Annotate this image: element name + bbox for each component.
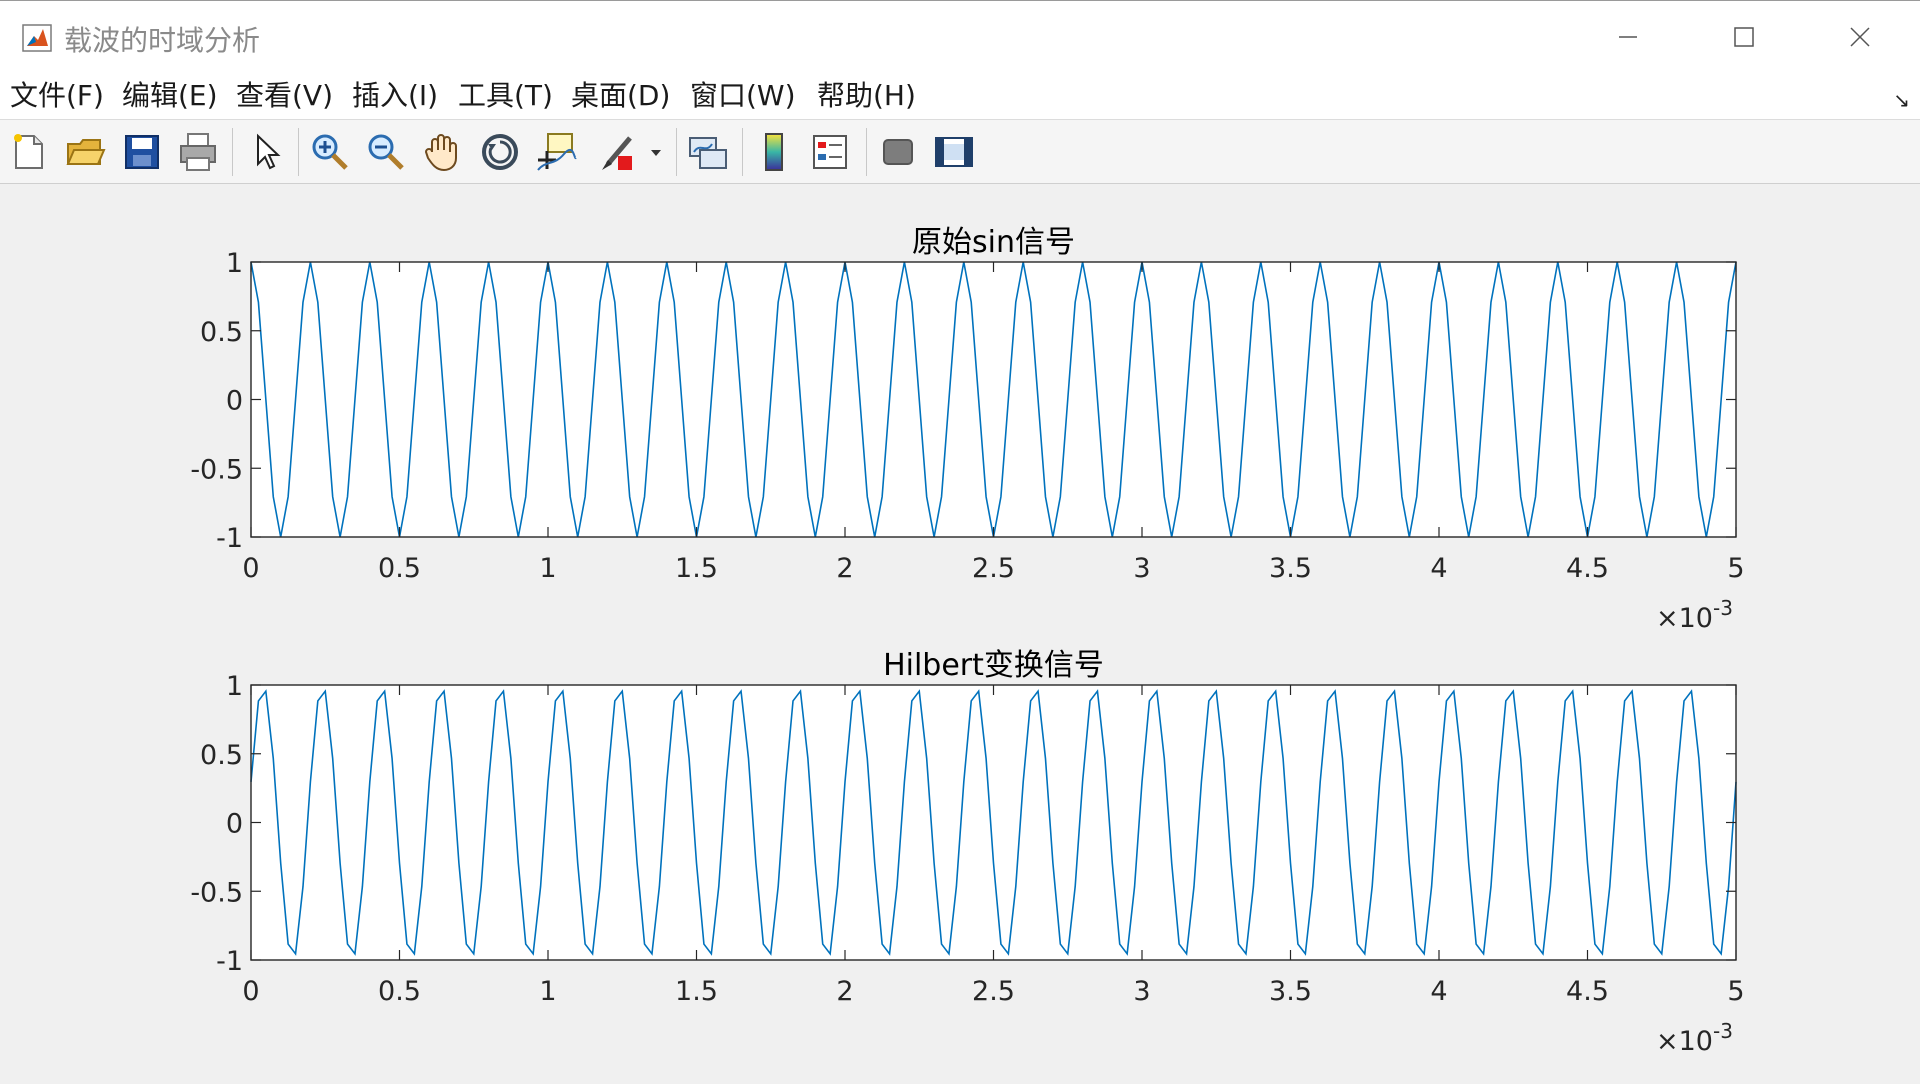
- close-button[interactable]: [1802, 1, 1918, 73]
- title-bar: 载波的时域分析: [0, 0, 1920, 72]
- x-tick-label: 4.5: [1566, 553, 1609, 584]
- x-tick-label: 3: [1133, 553, 1150, 584]
- menu-view[interactable]: 查看(V): [236, 77, 333, 115]
- brush-dropdown-icon[interactable]: [648, 130, 664, 174]
- link-plot-icon[interactable]: [686, 130, 730, 174]
- brush-icon[interactable]: [596, 130, 640, 174]
- menu-window[interactable]: 窗口(W): [690, 77, 796, 115]
- x-tick-label: 1: [539, 553, 556, 584]
- colorbar-icon[interactable]: [752, 130, 796, 174]
- subplot-2: 0 0.5 1 1.5 2 2.5 3 3.5 4 4.5 5 1 0.5 0 -0.5 -1 Hilbert变…: [190, 648, 1744, 1057]
- y-tick-label: 0: [226, 386, 243, 417]
- menu-file[interactable]: 文件(F): [10, 77, 104, 115]
- toolbar-separator: [866, 128, 867, 176]
- x-tick-label: 3: [1133, 976, 1150, 1007]
- rotate-3d-icon[interactable]: [478, 130, 522, 174]
- zoom-out-icon[interactable]: [364, 130, 408, 174]
- window-title: 载波的时域分析: [64, 24, 261, 57]
- x-tick-label: 5: [1727, 553, 1744, 584]
- y-tick-label: 0: [226, 809, 243, 840]
- subplot-1: 0 0.5 1 1.5 2 2.5 3 3.5 4 4.5 5 1 0.5 0 -0.5 -1 原始sin信号 ×…: [190, 225, 1744, 634]
- y-tick-label: -0.5: [190, 877, 243, 908]
- x-exponent-label: ×10-3: [1656, 596, 1733, 634]
- x-tick-label: 1: [539, 976, 556, 1007]
- menu-edit[interactable]: 编辑(E): [122, 77, 218, 115]
- x-tick-label: 4.5: [1566, 976, 1609, 1007]
- x-tick-label: 0: [242, 553, 259, 584]
- x-tick-label: 2: [836, 553, 853, 584]
- x-exponent-base: ×10: [1656, 603, 1713, 634]
- x-exponent-power: -3: [1713, 1019, 1733, 1043]
- x-tick-label: 3.5: [1269, 976, 1312, 1007]
- x-tick-label: 1.5: [675, 553, 718, 584]
- y-tick-label: 0.5: [200, 740, 243, 771]
- x-tick-label: 0.5: [378, 976, 421, 1007]
- y-tick-label: 1: [226, 671, 243, 702]
- menu-bar: 文件(F) 编辑(E) 查看(V) 插入(I) 工具(T) 桌面(D) 窗口(W…: [0, 72, 1920, 120]
- x-tick-label: 5: [1727, 976, 1744, 1007]
- menu-insert[interactable]: 插入(I): [352, 77, 438, 115]
- figure-toolbar: [0, 120, 1920, 184]
- y-tick-label: -0.5: [190, 454, 243, 485]
- y-tick-label: 1: [226, 248, 243, 279]
- hide-plot-tools-icon[interactable]: [876, 130, 920, 174]
- x-tick-label: 2: [836, 976, 853, 1007]
- open-file-icon[interactable]: [64, 130, 108, 174]
- y-tick-label: -1: [216, 523, 243, 554]
- pan-icon[interactable]: [420, 130, 464, 174]
- chart-title: 原始sin信号: [912, 225, 1075, 260]
- toolbar-separator: [676, 128, 677, 176]
- x-tick-label: 0.5: [378, 553, 421, 584]
- show-plot-tools-icon[interactable]: [932, 130, 976, 174]
- plots-svg[interactable]: 0 0.5 1 1.5 2 2.5 3 3.5 4 4.5 5 1 0.5 0 -0.5 -1 原始sin信号 ×…: [0, 184, 1920, 1080]
- x-tick-label: 2.5: [972, 553, 1015, 584]
- x-tick-label: 0: [242, 976, 259, 1007]
- close-icon: [1850, 27, 1870, 47]
- toolbar-separator: [232, 128, 233, 176]
- save-icon[interactable]: [120, 130, 164, 174]
- menu-help[interactable]: 帮助(H): [817, 77, 916, 115]
- menu-tools[interactable]: 工具(T): [458, 77, 553, 115]
- minimize-icon: [1619, 36, 1637, 38]
- x-tick-label: 4: [1430, 553, 1447, 584]
- axes-background: [251, 685, 1736, 960]
- zoom-in-icon[interactable]: [308, 130, 352, 174]
- print-icon[interactable]: [176, 130, 220, 174]
- maximize-button[interactable]: [1686, 1, 1802, 73]
- y-tick-label: -1: [216, 946, 243, 977]
- x-exponent-base: ×10: [1656, 1026, 1713, 1057]
- matlab-logo-icon: [22, 24, 52, 52]
- menu-desktop[interactable]: 桌面(D): [571, 77, 670, 115]
- toolbar-separator: [298, 128, 299, 176]
- toolbar-separator: [742, 128, 743, 176]
- x-exponent-label: ×10-3: [1656, 1019, 1733, 1057]
- x-tick-label: 3.5: [1269, 553, 1312, 584]
- legend-icon[interactable]: [808, 130, 852, 174]
- new-figure-icon[interactable]: [8, 130, 52, 174]
- x-exponent-power: -3: [1713, 596, 1733, 620]
- y-tick-label: 0.5: [200, 317, 243, 348]
- maximize-icon: [1734, 27, 1754, 47]
- x-tick-label: 1.5: [675, 976, 718, 1007]
- dock-arrow-icon[interactable]: ↘: [1893, 88, 1910, 112]
- x-tick-label: 2.5: [972, 976, 1015, 1007]
- data-cursor-icon[interactable]: [534, 130, 578, 174]
- minimize-button[interactable]: [1570, 1, 1686, 73]
- x-tick-label: 4: [1430, 976, 1447, 1007]
- pointer-icon[interactable]: [244, 130, 288, 174]
- figure-canvas[interactable]: 0 0.5 1 1.5 2 2.5 3 3.5 4 4.5 5 1 0.5 0 -0.5 -1 原始sin信号 ×…: [0, 184, 1920, 1080]
- chart-title: Hilbert变换信号: [883, 648, 1104, 683]
